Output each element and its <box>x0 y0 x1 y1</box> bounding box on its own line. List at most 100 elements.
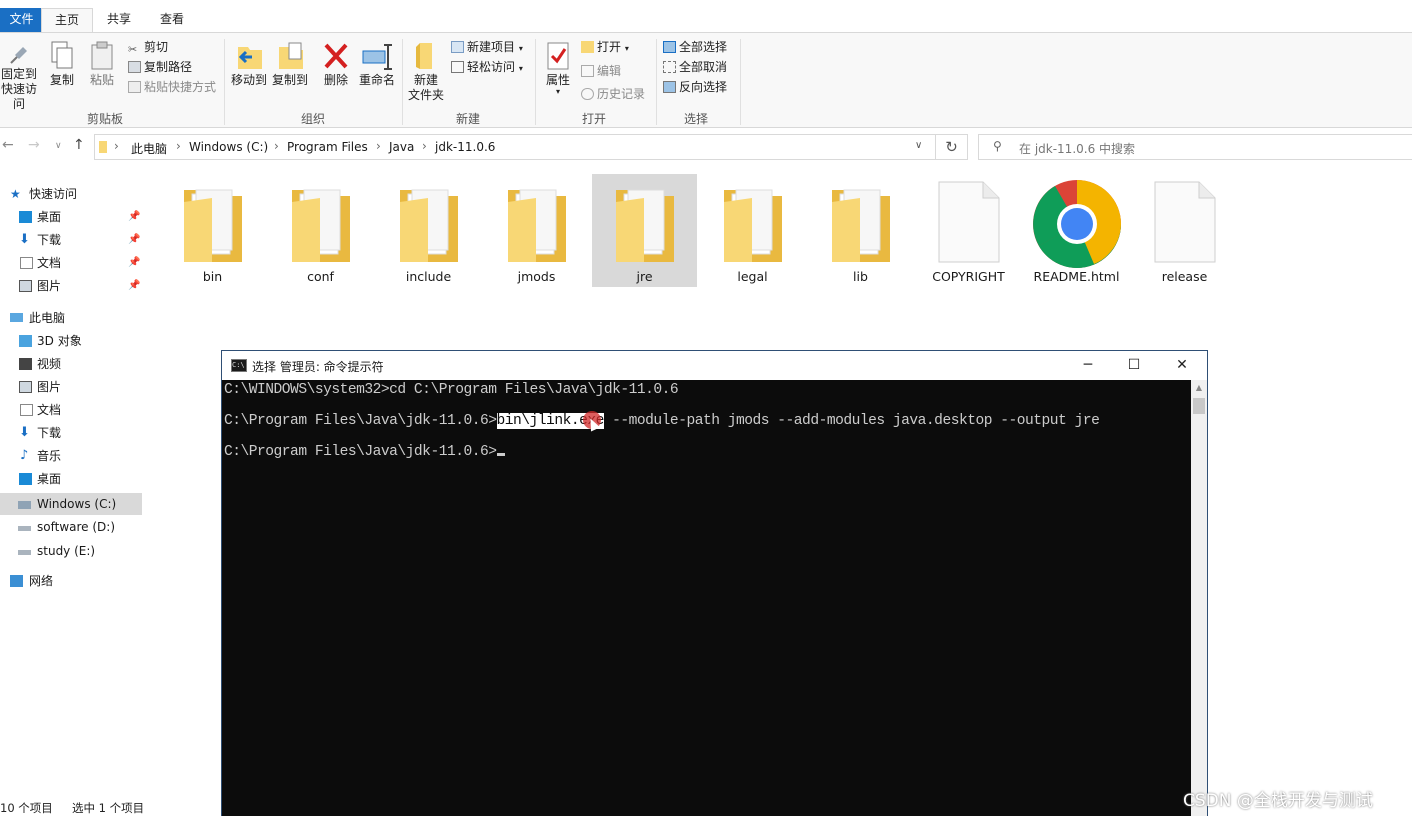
tab-home[interactable]: 主页 <box>41 8 93 32</box>
sidebar-item-pictures-pc[interactable]: 图片 <box>0 376 142 398</box>
forward-arrow-icon[interactable]: → <box>28 137 40 153</box>
recent-locations-chevron-icon[interactable]: ∨ <box>55 141 62 151</box>
paste-button[interactable]: 粘贴 <box>86 41 118 88</box>
copy-to-button[interactable]: 复制到 <box>270 41 310 88</box>
breadcrumb-windows-c[interactable]: Windows (C:) <box>189 140 268 154</box>
move-to-icon <box>238 47 262 69</box>
maximize-button[interactable]: ☐ <box>1111 351 1157 380</box>
history-icon <box>581 88 594 100</box>
invert-selection-button[interactable]: 反向选择 <box>663 78 727 96</box>
sidebar-item-music[interactable]: ♪ 音乐 <box>0 445 142 467</box>
select-all-icon <box>663 41 676 53</box>
properties-button[interactable]: 属性 ▾ <box>540 41 576 96</box>
cmd-app-icon: C:\ <box>231 359 247 372</box>
sidebar-item-pictures[interactable]: 图片 📌 <box>0 275 142 297</box>
cmd-title-bar[interactable]: C:\ 选择 管理员: 命令提示符 ─ ☐ ✕ <box>222 351 1207 380</box>
folder-icon <box>724 189 782 262</box>
document-icon <box>20 257 33 269</box>
sidebar-item-this-pc[interactable]: 此电脑 <box>0 307 142 329</box>
edit-icon <box>581 65 594 77</box>
paste-shortcut-button[interactable]: 粘贴快捷方式 <box>128 78 216 96</box>
open-button[interactable]: 打开 ▾ <box>581 38 629 56</box>
history-button[interactable]: 历史记录 <box>581 85 645 103</box>
command-prompt-window[interactable]: C:\ 选择 管理员: 命令提示符 ─ ☐ ✕ C:\WINDOWS\syste… <box>221 350 1208 816</box>
sidebar-label: study (E:) <box>37 544 96 558</box>
tab-view[interactable]: 查看 <box>148 8 196 32</box>
up-arrow-icon[interactable]: ↑ <box>73 137 85 153</box>
breadcrumb-program-files[interactable]: Program Files <box>287 140 368 154</box>
tab-share[interactable]: 共享 <box>95 8 143 32</box>
copy-path-icon <box>128 61 141 73</box>
file-name: bin <box>202 269 223 284</box>
file-item-conf[interactable]: conf <box>268 174 373 287</box>
cmd-console-area[interactable]: C:\WINDOWS\system32>cd C:\Program Files\… <box>222 380 1191 816</box>
breadcrumb-this-pc[interactable]: 此电脑 <box>131 140 167 157</box>
sidebar-item-downloads[interactable]: ⬇ 下载 📌 <box>0 229 142 251</box>
file-item-copyright[interactable]: COPYRIGHT <box>916 174 1021 287</box>
pin-label: 固定到 快速访问 <box>0 67 37 111</box>
search-box[interactable]: ⚲ 在 jdk-11.0.6 中搜索 <box>978 134 1412 160</box>
drive-icon <box>18 550 31 555</box>
sidebar-item-quick-access[interactable]: ★ 快速访问 <box>0 183 142 205</box>
group-separator <box>535 39 536 125</box>
refresh-button[interactable]: ↻ <box>936 134 968 160</box>
pinned-icon: 📌 <box>128 280 141 291</box>
close-button[interactable]: ✕ <box>1159 351 1205 380</box>
history-label: 历史记录 <box>597 87 646 101</box>
address-dropdown-chevron-icon[interactable]: ∨ <box>915 140 922 151</box>
file-item-bin[interactable]: bin <box>160 174 265 287</box>
address-bar[interactable]: › 此电脑 › Windows (C:) › Program Files › J… <box>94 134 936 160</box>
move-to-button[interactable]: 移动到 <box>229 41 269 88</box>
back-arrow-icon[interactable]: ← <box>2 137 14 153</box>
copy-button[interactable]: 复制 <box>46 41 78 88</box>
sidebar-item-network[interactable]: 网络 <box>0 570 142 592</box>
select-all-button[interactable]: 全部选择 <box>663 38 727 56</box>
scroll-up-arrow-icon[interactable]: ▲ <box>1191 380 1207 396</box>
new-item-button[interactable]: 新建项目 ▾ <box>451 38 523 56</box>
select-all-label: 全部选择 <box>679 40 728 54</box>
invert-selection-icon <box>663 81 676 93</box>
edit-button[interactable]: 编辑 <box>581 62 621 80</box>
sidebar-item-3d-objects[interactable]: 3D 对象 <box>0 330 142 352</box>
cube-icon <box>19 335 32 347</box>
file-name: release <box>1161 269 1208 284</box>
open-folder-icon <box>581 41 594 53</box>
sidebar-item-study-e[interactable]: study (E:) <box>0 540 142 562</box>
sidebar-item-documents[interactable]: 文档 📌 <box>0 252 142 274</box>
file-item-include[interactable]: include <box>376 174 481 287</box>
select-none-button[interactable]: 全部取消 <box>663 58 727 76</box>
sidebar-item-desktop-pc[interactable]: 桌面 <box>0 468 142 490</box>
copy-to-icon <box>279 42 303 69</box>
file-item-lib[interactable]: lib <box>808 174 913 287</box>
sidebar-item-downloads-pc[interactable]: ⬇ 下载 <box>0 422 142 444</box>
console-line-1: C:\WINDOWS\system32>cd C:\Program Files\… <box>224 382 679 398</box>
pin-quick-access-button[interactable]: 固定到 快速访问 <box>0 41 42 112</box>
rename-button[interactable]: 重命名 <box>356 41 398 88</box>
file-item-release[interactable]: release <box>1132 174 1237 287</box>
file-item-readme-html[interactable]: README.html <box>1024 174 1129 287</box>
sidebar-item-windows-c[interactable]: Windows (C:) <box>0 493 142 515</box>
breadcrumb-java[interactable]: Java <box>389 140 414 154</box>
breadcrumb-jdk[interactable]: jdk-11.0.6 <box>435 140 495 154</box>
copy-path-button[interactable]: 复制路径 <box>128 58 192 76</box>
sidebar-item-desktop[interactable]: 桌面 📌 <box>0 206 142 228</box>
easy-access-button[interactable]: 轻松访问 ▾ <box>451 58 523 76</box>
minimize-button[interactable]: ─ <box>1065 351 1111 380</box>
rename-label: 重命名 <box>358 73 395 87</box>
file-item-jre[interactable]: jre <box>592 174 697 287</box>
sidebar-item-software-d[interactable]: software (D:) <box>0 516 142 538</box>
new-folder-button[interactable]: 新建 文件夹 <box>406 41 446 103</box>
delete-button[interactable]: 删除 <box>320 41 352 88</box>
sidebar-item-documents-pc[interactable]: 文档 <box>0 399 142 421</box>
chrome-icon <box>1033 180 1121 268</box>
cmd-scrollbar[interactable]: ▲ <box>1191 380 1207 816</box>
folder-icon <box>616 189 674 262</box>
file-item-legal[interactable]: legal <box>700 174 805 287</box>
navigation-bar: ← → ∨ ↑ › 此电脑 › Windows (C:) › Program F… <box>0 131 1412 163</box>
file-item-jmods[interactable]: jmods <box>484 174 589 287</box>
folder-small-icon <box>99 141 107 153</box>
cut-button[interactable]: ✂ 剪切 <box>128 38 168 56</box>
scrollbar-thumb[interactable] <box>1193 398 1205 414</box>
refresh-icon: ↻ <box>945 138 958 156</box>
sidebar-item-videos[interactable]: 视频 <box>0 353 142 375</box>
